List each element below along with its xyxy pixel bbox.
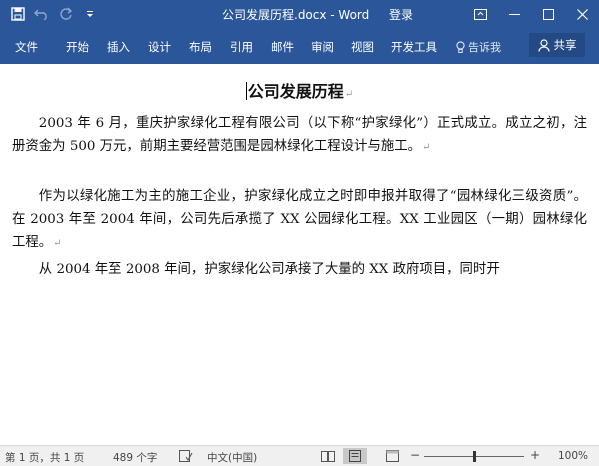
window-controls [463, 0, 599, 28]
paragraph-3[interactable]: 从 2004 年至 2008 年间，护家绿化公司承接了大量的 XX 政府项目，同… [12, 258, 587, 281]
web-layout-icon[interactable] [380, 448, 404, 464]
close-icon[interactable] [565, 0, 599, 28]
redo-icon[interactable] [54, 2, 78, 26]
text-cursor [245, 82, 247, 100]
proofing-icon[interactable] [179, 450, 193, 465]
undo-icon[interactable] [30, 2, 54, 26]
paragraph-mark-icon: ↵ [53, 238, 62, 249]
minimize-icon[interactable] [497, 0, 531, 28]
customize-qat-icon[interactable] [78, 2, 102, 26]
document-heading-text: 公司发展历程 [247, 82, 344, 101]
tab-design[interactable]: 设计 [148, 39, 171, 55]
paragraph-mark-icon: ↵ [344, 89, 354, 100]
tab-file[interactable]: 文件 [15, 39, 38, 55]
tab-home[interactable]: 开始 [66, 39, 89, 55]
window-title: 公司发展历程.docx - Word [222, 8, 370, 22]
paragraph-3-text: 从 2004 年至 2008 年间，护家绿化公司承接了大量的 XX 政府项目，同… [38, 262, 500, 277]
print-layout-icon[interactable] [343, 448, 367, 464]
ribbon-tabs: 文件 开始 插入 设计 布局 引用 邮件 审阅 视图 开发工具 告诉我 [0, 28, 599, 64]
tab-view[interactable]: 视图 [351, 39, 374, 55]
paragraph-1[interactable]: 2003 年 6 月，重庆护家绿化工程有限公司（以下称“护家绿化”）正式成立。成… [12, 112, 587, 159]
tell-me-label: 告诉我 [468, 41, 501, 54]
tab-mailings[interactable]: 邮件 [271, 39, 294, 55]
quick-access-toolbar [0, 2, 102, 26]
tab-layout[interactable]: 布局 [189, 39, 212, 55]
zoom-level[interactable]: 100% [558, 450, 588, 462]
tab-review[interactable]: 审阅 [311, 39, 334, 55]
save-icon[interactable] [6, 2, 30, 26]
paragraph-1-text: 2003 年 6 月，重庆护家绿化工程有限公司（以下称“护家绿化”）正式成立。成… [12, 116, 587, 154]
person-icon [537, 38, 550, 52]
document-page[interactable]: 公司发展历程↵ 2003 年 6 月，重庆护家绿化工程有限公司（以下称“护家绿化… [0, 64, 599, 445]
share-button[interactable]: 共享 [529, 33, 585, 57]
paragraph-2[interactable]: 作为以绿化施工为主的施工企业，护家绿化成立之时即申报并取得了“园林绿化三级资质”… [12, 185, 587, 255]
word-count[interactable]: 489 个字 [113, 450, 157, 465]
document-heading[interactable]: 公司发展历程↵ [0, 78, 599, 102]
page-count[interactable]: 第 1 页，共 1 页 [5, 450, 84, 465]
paragraph-mark-icon: ↵ [422, 142, 431, 153]
read-mode-icon[interactable] [316, 448, 340, 464]
lightbulb-icon [456, 40, 465, 53]
title-bar: 公司发展历程.docx - Word 登录 [0, 0, 599, 28]
share-label: 共享 [553, 38, 577, 52]
language-indicator[interactable]: 中文(中国) [207, 450, 257, 465]
tell-me-box[interactable]: 告诉我 [456, 39, 501, 55]
tab-references[interactable]: 引用 [230, 39, 253, 55]
status-bar: 第 1 页，共 1 页 489 个字 中文(中国) − + 100% [0, 445, 599, 466]
zoom-slider-thumb[interactable] [473, 451, 476, 462]
restore-icon[interactable] [531, 0, 565, 28]
zoom-out-icon[interactable]: − [410, 448, 420, 462]
tab-insert[interactable]: 插入 [107, 39, 130, 55]
paragraph-2-text: 作为以绿化施工为主的施工企业，护家绿化成立之时即申报并取得了“园林绿化三级资质”… [12, 189, 587, 250]
ribbon-display-options-icon[interactable] [463, 0, 497, 28]
sign-in-link[interactable]: 登录 [389, 6, 413, 23]
tab-developer[interactable]: 开发工具 [391, 39, 437, 55]
zoom-in-icon[interactable]: + [530, 448, 540, 462]
